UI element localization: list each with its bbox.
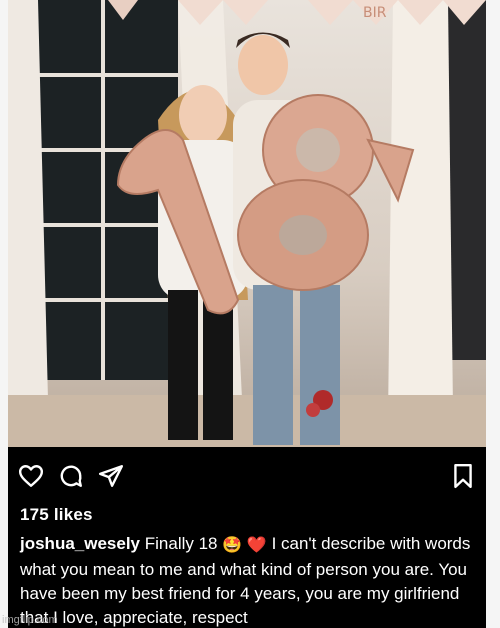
likes-count[interactable]: 175 likes <box>20 505 93 525</box>
curtain-right <box>388 0 453 420</box>
action-bar <box>8 455 486 495</box>
bookmark-icon <box>454 463 472 489</box>
caption-text-start: Finally 18 <box>144 534 218 553</box>
watermark: imgflip.com <box>2 614 58 626</box>
like-button[interactable] <box>18 463 44 489</box>
username-link[interactable]: joshua_wesely <box>20 534 140 553</box>
heart-icon <box>18 465 44 487</box>
post-caption: joshua_wesely Finally 18 🤩 ❤️ I can't de… <box>20 532 480 628</box>
post-photo[interactable]: BIR <box>8 0 486 447</box>
save-button[interactable] <box>450 463 476 489</box>
send-icon <box>98 465 124 487</box>
star-struck-emoji: 🤩 <box>222 537 243 554</box>
banner-text: BIR <box>363 5 387 21</box>
photo-scene: BIR <box>8 0 486 447</box>
floor <box>8 395 486 447</box>
comment-button[interactable] <box>58 463 84 489</box>
red-heart-emoji: ❤️ <box>246 537 267 554</box>
instagram-post: BIR 175 likes joshua_wesely Finally 18 🤩… <box>8 0 486 628</box>
comment-icon <box>60 465 82 487</box>
share-button[interactable] <box>98 463 124 489</box>
window-right <box>448 0 486 360</box>
